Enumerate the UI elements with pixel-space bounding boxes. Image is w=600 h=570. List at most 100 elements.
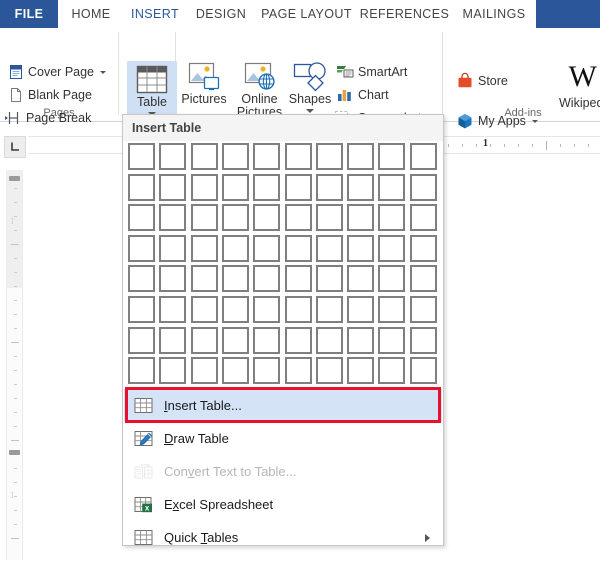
grid-cell-1-5[interactable] bbox=[253, 143, 280, 170]
grid-cell-3-4[interactable] bbox=[222, 204, 249, 231]
grid-cell-4-1[interactable] bbox=[128, 235, 155, 262]
grid-cell-7-6[interactable] bbox=[285, 327, 312, 354]
grid-cell-3-7[interactable] bbox=[316, 204, 343, 231]
grid-cell-5-9[interactable] bbox=[378, 265, 405, 292]
grid-cell-4-2[interactable] bbox=[159, 235, 186, 262]
chart-button[interactable]: Chart bbox=[336, 87, 389, 103]
table-button[interactable]: Table bbox=[127, 61, 177, 118]
menu-item-excel-spreadsheet[interactable]: x Excel Spreadsheet bbox=[124, 488, 442, 521]
cover-page-button[interactable]: Cover Page bbox=[8, 64, 107, 80]
grid-cell-3-9[interactable] bbox=[378, 204, 405, 231]
grid-cell-6-8[interactable] bbox=[347, 296, 374, 323]
grid-cell-6-1[interactable] bbox=[128, 296, 155, 323]
chevron-down-icon[interactable] bbox=[306, 109, 314, 113]
grid-cell-8-9[interactable] bbox=[378, 357, 405, 384]
grid-cell-5-10[interactable] bbox=[410, 265, 437, 292]
grid-cell-7-5[interactable] bbox=[253, 327, 280, 354]
grid-cell-8-6[interactable] bbox=[285, 357, 312, 384]
vertical-ruler[interactable]: 11 bbox=[6, 170, 23, 560]
shapes-button[interactable]: Shapes bbox=[288, 61, 332, 113]
grid-cell-3-8[interactable] bbox=[347, 204, 374, 231]
menu-item-draw-table[interactable]: Draw Table bbox=[124, 422, 442, 455]
grid-cell-2-4[interactable] bbox=[222, 174, 249, 201]
wikipedia-button[interactable]: W Wikipedi bbox=[559, 62, 600, 111]
grid-cell-4-10[interactable] bbox=[410, 235, 437, 262]
grid-cell-2-1[interactable] bbox=[128, 174, 155, 201]
grid-cell-4-5[interactable] bbox=[253, 235, 280, 262]
grid-cell-1-1[interactable] bbox=[128, 143, 155, 170]
grid-cell-6-9[interactable] bbox=[378, 296, 405, 323]
tab-file[interactable]: FILE bbox=[0, 0, 58, 28]
grid-cell-7-7[interactable] bbox=[316, 327, 343, 354]
grid-cell-7-9[interactable] bbox=[378, 327, 405, 354]
menu-item-insert-table[interactable]: Insert Table... bbox=[124, 389, 442, 422]
grid-cell-1-4[interactable] bbox=[222, 143, 249, 170]
chevron-down-icon[interactable] bbox=[100, 70, 107, 74]
grid-cell-2-3[interactable] bbox=[191, 174, 218, 201]
grid-cell-6-2[interactable] bbox=[159, 296, 186, 323]
grid-cell-3-10[interactable] bbox=[410, 204, 437, 231]
grid-cell-2-2[interactable] bbox=[159, 174, 186, 201]
grid-cell-5-1[interactable] bbox=[128, 265, 155, 292]
grid-cell-2-9[interactable] bbox=[378, 174, 405, 201]
smartart-button[interactable]: SmartArt bbox=[336, 64, 407, 80]
grid-cell-3-5[interactable] bbox=[253, 204, 280, 231]
grid-cell-8-2[interactable] bbox=[159, 357, 186, 384]
grid-cell-4-8[interactable] bbox=[347, 235, 374, 262]
grid-cell-7-1[interactable] bbox=[128, 327, 155, 354]
tab-stop-selector[interactable] bbox=[4, 136, 26, 158]
tab-home[interactable]: HOME bbox=[58, 0, 124, 28]
grid-cell-7-4[interactable] bbox=[222, 327, 249, 354]
pictures-button[interactable]: Pictures bbox=[180, 61, 228, 106]
grid-cell-6-10[interactable] bbox=[410, 296, 437, 323]
grid-cell-3-3[interactable] bbox=[191, 204, 218, 231]
grid-cell-7-2[interactable] bbox=[159, 327, 186, 354]
grid-cell-4-7[interactable] bbox=[316, 235, 343, 262]
grid-cell-8-5[interactable] bbox=[253, 357, 280, 384]
grid-cell-2-8[interactable] bbox=[347, 174, 374, 201]
grid-cell-5-5[interactable] bbox=[253, 265, 280, 292]
ruler-margin-marker[interactable] bbox=[9, 450, 20, 455]
grid-cell-2-5[interactable] bbox=[253, 174, 280, 201]
grid-cell-7-10[interactable] bbox=[410, 327, 437, 354]
page-break-button[interactable]: Page Break bbox=[4, 110, 91, 126]
tab-references[interactable]: REFERENCES bbox=[357, 0, 452, 28]
grid-cell-5-7[interactable] bbox=[316, 265, 343, 292]
grid-cell-1-7[interactable] bbox=[316, 143, 343, 170]
ruler-margin-marker[interactable] bbox=[9, 176, 20, 181]
grid-cell-1-3[interactable] bbox=[191, 143, 218, 170]
tab-design[interactable]: DESIGN bbox=[186, 0, 256, 28]
grid-cell-7-3[interactable] bbox=[191, 327, 218, 354]
grid-cell-6-7[interactable] bbox=[316, 296, 343, 323]
grid-cell-3-6[interactable] bbox=[285, 204, 312, 231]
grid-cell-6-5[interactable] bbox=[253, 296, 280, 323]
chevron-down-icon[interactable] bbox=[531, 119, 538, 123]
grid-cell-5-6[interactable] bbox=[285, 265, 312, 292]
grid-cell-8-4[interactable] bbox=[222, 357, 249, 384]
grid-cell-8-8[interactable] bbox=[347, 357, 374, 384]
grid-cell-2-6[interactable] bbox=[285, 174, 312, 201]
tab-page-layout[interactable]: PAGE LAYOUT bbox=[256, 0, 357, 28]
store-button[interactable]: Store bbox=[456, 72, 508, 90]
grid-cell-5-4[interactable] bbox=[222, 265, 249, 292]
grid-cell-5-3[interactable] bbox=[191, 265, 218, 292]
blank-page-button[interactable]: Blank Page bbox=[8, 87, 92, 103]
grid-cell-4-3[interactable] bbox=[191, 235, 218, 262]
grid-cell-5-2[interactable] bbox=[159, 265, 186, 292]
online-pictures-button[interactable]: Online Pictures bbox=[232, 61, 287, 119]
grid-cell-4-6[interactable] bbox=[285, 235, 312, 262]
my-apps-button[interactable]: My Apps bbox=[456, 112, 538, 130]
grid-cell-3-1[interactable] bbox=[128, 204, 155, 231]
grid-cell-3-2[interactable] bbox=[159, 204, 186, 231]
menu-item-quick-tables[interactable]: Quick Tables bbox=[124, 521, 442, 554]
grid-cell-1-6[interactable] bbox=[285, 143, 312, 170]
grid-cell-4-4[interactable] bbox=[222, 235, 249, 262]
grid-cell-1-9[interactable] bbox=[378, 143, 405, 170]
grid-cell-6-4[interactable] bbox=[222, 296, 249, 323]
grid-cell-2-7[interactable] bbox=[316, 174, 343, 201]
grid-cell-8-7[interactable] bbox=[316, 357, 343, 384]
grid-cell-5-8[interactable] bbox=[347, 265, 374, 292]
grid-cell-1-10[interactable] bbox=[410, 143, 437, 170]
grid-cell-1-8[interactable] bbox=[347, 143, 374, 170]
grid-cell-6-3[interactable] bbox=[191, 296, 218, 323]
